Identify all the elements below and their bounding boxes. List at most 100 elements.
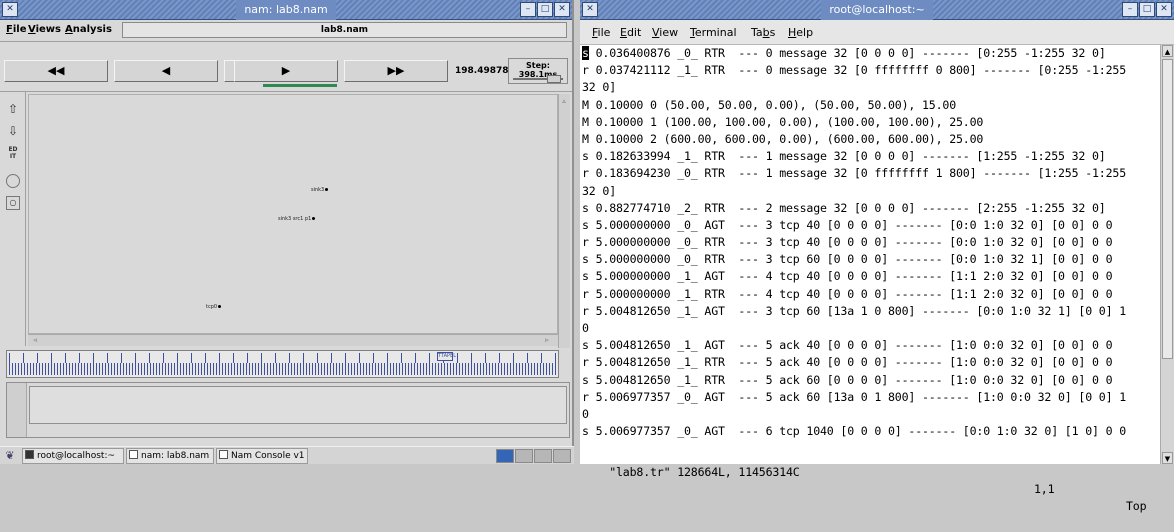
nam-menubar: File Views Analysis lab8.nam (0, 20, 572, 42)
timeline-marker[interactable]: TTAPEL (437, 352, 456, 361)
canvas-horizontal-scrollbar[interactable]: ◃ ▹ (28, 334, 558, 346)
terminal-line: 32 0] (582, 183, 617, 198)
workspace-2[interactable] (515, 449, 533, 463)
terminal-line: s 5.000000000 _0_ AGT --- 3 tcp 40 [0 0 … (582, 217, 1113, 232)
menu-file[interactable]: File (6, 24, 26, 35)
terminal-line: r 0.037421112 _1_ RTR --- 0 message 32 [… (582, 63, 1127, 78)
sim-time: 198.498787 (455, 66, 515, 76)
terminal-line: M 0.10000 1 (100.00, 100.00, 0.00), (100… (582, 114, 984, 129)
workspace-pager[interactable] (496, 449, 571, 463)
terminal-line: s 0.036400876 _0_ RTR --- 0 message 32 [… (582, 46, 1106, 60)
terminal-line: r 5.000000000 _1_ RTR --- 4 tcp 40 [0 0 … (582, 286, 1113, 301)
taskbar-item-terminal[interactable]: root@localhost:~ (22, 448, 124, 464)
terminal-scrollbar[interactable]: ▲ ▼ (1160, 45, 1174, 464)
zoom-in-icon[interactable]: ⇧ (4, 100, 22, 118)
status-scroll-location: Top (1126, 499, 1147, 513)
scroll-up-icon[interactable]: ▲ (1162, 45, 1173, 57)
terminal-window: ✕ root@localhost:~ – □ ✕ File Edit View … (580, 0, 1174, 513)
menu-view[interactable]: View (652, 26, 678, 39)
terminal-line: s 5.004812650 _1_ RTR --- 5 ack 60 [0 0 … (582, 372, 1113, 387)
terminal-line: 0 (582, 406, 589, 421)
terminal-line: s 0.882774710 _2_ RTR --- 2 message 32 [… (582, 200, 1106, 215)
network-node[interactable]: sink3 (311, 187, 329, 194)
scroll-left-icon[interactable]: ◃ (30, 335, 40, 345)
timeline-ticks (9, 353, 556, 375)
nam-titlebar[interactable]: ✕ nam: lab8.nam – □ ✕ (0, 0, 572, 20)
rewind-button[interactable]: ◀◀ (4, 60, 108, 82)
terminal-line: r 5.006977357 _0_ AGT --- 5 ack 60 [13a … (582, 389, 1127, 404)
terminal-icon (25, 450, 34, 459)
window-menu-icon[interactable]: ✕ (582, 2, 598, 17)
fast-forward-button[interactable]: ▶▶ (344, 60, 448, 82)
status-file-info: "lab8.tr" 128664L, 11456314C (609, 465, 800, 479)
window-icon (219, 450, 228, 459)
minimize-icon[interactable]: – (1122, 2, 1138, 17)
node-dot (218, 305, 222, 308)
zoom-out-icon[interactable]: ⇩ (4, 122, 22, 140)
scroll-right-icon[interactable]: ▹ (542, 335, 552, 345)
taskbar: ❦ root@localhost:~ nam: lab8.nam Nam Con… (0, 446, 574, 464)
play-button[interactable]: ▶ (234, 60, 338, 82)
menu-file[interactable]: File (592, 26, 610, 39)
terminal-line: 0 (582, 321, 589, 335)
scrollbar-thumb[interactable] (1162, 59, 1173, 359)
network-canvas[interactable]: sink3 sink3 src1 p1 tcp0 (28, 94, 558, 334)
circle-icon[interactable] (6, 174, 20, 188)
workspace-1[interactable] (496, 449, 514, 463)
nam-window: ✕ nam: lab8.nam – □ ✕ File Views Analysi… (0, 0, 574, 446)
scroll-down-icon[interactable]: ▼ (1162, 452, 1173, 464)
terminal-menubar: File Edit View Terminal Tabs Help (580, 20, 1174, 45)
menu-tabs[interactable]: Tabs (751, 26, 775, 39)
node-dot (312, 217, 316, 220)
terminal-line: r 0.183694230 _0_ RTR --- 1 message 32 [… (582, 166, 1127, 181)
menu-analysis[interactable]: Analysis (65, 24, 112, 35)
nam-file-name: lab8.nam (122, 22, 567, 38)
terminal-line: r 5.004812650 _1_ AGT --- 3 tcp 60 [13a … (582, 303, 1127, 318)
terminal-titlebar[interactable]: ✕ root@localhost:~ – □ ✕ (580, 0, 1174, 20)
edit-icon[interactable]: ED IT (4, 146, 22, 164)
annotation-panel (6, 382, 570, 438)
scroll-up-icon[interactable]: ▵ (559, 96, 569, 106)
start-menu-icon[interactable]: ❦ (3, 449, 17, 463)
terminal-line: s 5.004812650 _1_ AGT --- 5 ack 40 [0 0 … (582, 338, 1113, 353)
maximize-icon[interactable]: □ (1139, 2, 1155, 17)
nam-window-title: nam: lab8.nam (236, 0, 336, 20)
maximize-icon[interactable]: □ (537, 2, 553, 17)
step-back-button[interactable]: ◀ (114, 60, 218, 82)
node-dot (325, 188, 329, 191)
network-node[interactable]: tcp0 (206, 304, 222, 311)
node-icon[interactable]: ○ (6, 196, 20, 210)
workspace-4[interactable] (553, 449, 571, 463)
terminal-line: r 5.000000000 _0_ RTR --- 3 tcp 40 [0 0 … (582, 235, 1113, 250)
menu-edit[interactable]: Edit (620, 26, 641, 39)
menu-terminal[interactable]: Terminal (690, 26, 737, 39)
close-icon[interactable]: ✕ (1156, 2, 1172, 17)
window-menu-icon[interactable]: ✕ (2, 2, 18, 17)
terminal-line: s 5.006977357 _0_ AGT --- 6 tcp 1040 [0 … (582, 424, 1127, 439)
network-node[interactable]: sink3 src1 p1 (278, 216, 316, 223)
window-icon (129, 450, 138, 459)
taskbar-item-nam-console[interactable]: Nam Console v1 (216, 448, 308, 464)
step-slider[interactable] (513, 75, 563, 83)
annotation-list[interactable] (29, 386, 567, 424)
vim-status-line: "lab8.tr" 128664L, 11456314C 1,1 Top (582, 447, 1160, 513)
terminal-line: M 0.10000 0 (50.00, 50.00, 0.00), (50.00… (582, 97, 957, 112)
terminal-line: r 5.004812650 _1_ RTR --- 5 ack 40 [0 0 … (582, 355, 1113, 370)
terminal-line: M 0.10000 2 (600.00, 600.00, 0.00), (600… (582, 131, 984, 146)
annotation-scrollbar[interactable] (7, 383, 27, 437)
menu-help[interactable]: Help (788, 26, 813, 39)
step-control[interactable]: Step: 398.1ms (508, 58, 568, 84)
minimize-icon[interactable]: – (520, 2, 536, 17)
close-icon[interactable]: ✕ (554, 2, 570, 17)
play-active-indicator (263, 84, 337, 87)
terminal-output[interactable]: s 0.036400876 _0_ RTR --- 0 message 32 [… (582, 45, 1160, 464)
taskbar-item-nam[interactable]: nam: lab8.nam (126, 448, 214, 464)
packet-timeline[interactable]: TTAPEL (6, 350, 559, 378)
terminal-line: s 5.000000000 _1_ AGT --- 4 tcp 40 [0 0 … (582, 269, 1113, 284)
menu-views[interactable]: Views (28, 24, 61, 35)
terminal-line: s 0.182633994 _1_ RTR --- 1 message 32 [… (582, 149, 1106, 164)
status-cursor-position: 1,1 (1034, 482, 1055, 496)
canvas-vertical-scrollbar[interactable]: ▵ (558, 94, 570, 348)
terminal-window-title: root@localhost:~ (821, 0, 933, 20)
workspace-3[interactable] (534, 449, 552, 463)
